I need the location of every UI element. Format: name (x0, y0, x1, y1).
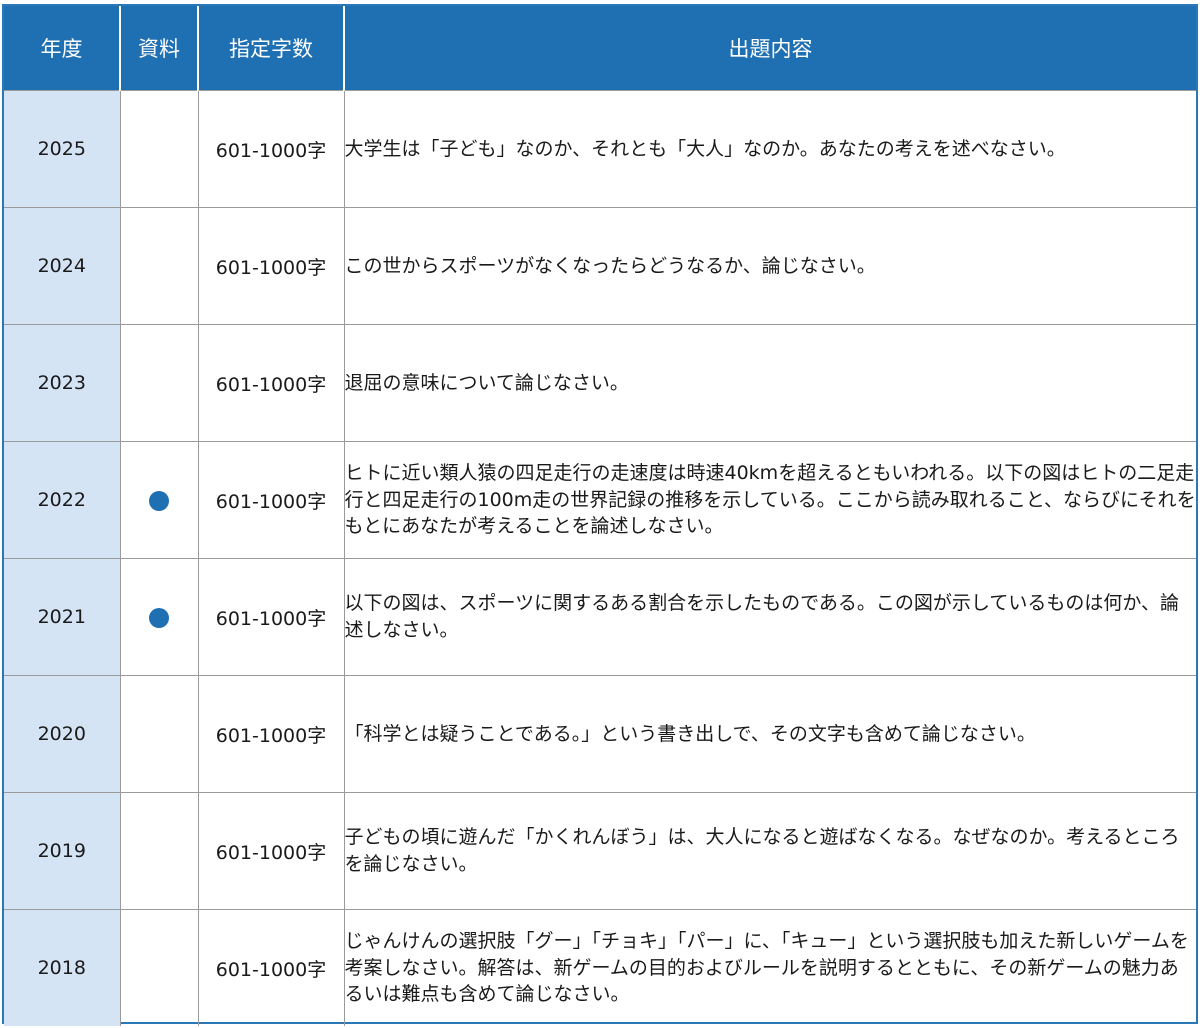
question-cell: 退屈の意味について論じなさい。 (343, 324, 1196, 442)
exam-questions-table: 年度 資料 指定字数 出題内容 2025 601-1000字 大学生は「子ども」… (4, 6, 1196, 1026)
question-cell: 「科学とは疑うことである。」という書き出しで、その文字も含めて論じなさい。 (343, 675, 1196, 793)
table-row: 2020 601-1000字 「科学とは疑うことである。」という書き出しで、その… (4, 675, 1196, 793)
year-cell: 2021 (4, 558, 120, 676)
table-row: 2021 601-1000字 以下の図は、スポーツに関するある割合を示したもので… (4, 558, 1196, 676)
year-cell: 2018 (4, 909, 120, 1026)
table-row: 2022 601-1000字 ヒトに近い類人猿の四足走行の走速度は時速40kmを… (4, 441, 1196, 559)
char-limit-cell: 601-1000字 (197, 792, 344, 910)
table-row: 2018 601-1000字 じゃんけんの選択肢「グー」「チョキ」「パー」に、「… (4, 909, 1196, 1026)
char-limit-cell: 601-1000字 (197, 207, 344, 325)
table-row: 2025 601-1000字 大学生は「子ども」なのか、それとも「大人」なのか。… (4, 90, 1196, 208)
year-cell: 2023 (4, 324, 120, 442)
material-cell (119, 207, 198, 325)
material-cell (119, 324, 198, 442)
char-limit-cell: 601-1000字 (197, 909, 344, 1026)
table-row: 2024 601-1000字 この世からスポーツがなくなったらどうなるか、論じな… (4, 207, 1196, 325)
exam-table-frame: 年度 資料 指定字数 出題内容 2025 601-1000字 大学生は「子ども」… (2, 4, 1198, 1026)
table-row: 2019 601-1000字 子どもの頃に遊んだ「かくれんぼう」は、大人になると… (4, 792, 1196, 910)
material-indicator-icon (149, 490, 169, 511)
year-cell: 2025 (4, 90, 120, 208)
char-limit-cell: 601-1000字 (197, 675, 344, 793)
question-cell: 子どもの頃に遊んだ「かくれんぼう」は、大人になると遊ばなくなる。なぜなのか。考え… (343, 792, 1196, 910)
year-cell: 2022 (4, 441, 120, 559)
question-cell: じゃんけんの選択肢「グー」「チョキ」「パー」に、「キュー」という選択肢も加えた新… (343, 909, 1196, 1026)
question-cell: 大学生は「子ども」なのか、それとも「大人」なのか。あなたの考えを述べなさい。 (343, 90, 1196, 208)
header-material: 資料 (119, 6, 198, 91)
material-indicator-icon (149, 607, 169, 628)
question-cell: ヒトに近い類人猿の四足走行の走速度は時速40kmを超えるともいわれる。以下の図は… (343, 441, 1196, 559)
header-question: 出題内容 (343, 6, 1196, 91)
char-limit-cell: 601-1000字 (197, 441, 344, 559)
char-limit-cell: 601-1000字 (197, 90, 344, 208)
material-cell (119, 558, 198, 676)
char-limit-cell: 601-1000字 (197, 324, 344, 442)
year-cell: 2020 (4, 675, 120, 793)
material-cell (119, 441, 198, 559)
table-header-row: 年度 資料 指定字数 出題内容 (4, 6, 1196, 91)
char-limit-cell: 601-1000字 (197, 558, 344, 676)
material-cell (119, 792, 198, 910)
year-cell: 2019 (4, 792, 120, 910)
material-cell (119, 909, 198, 1026)
material-cell (119, 90, 198, 208)
header-char-limit: 指定字数 (197, 6, 344, 91)
material-cell (119, 675, 198, 793)
year-cell: 2024 (4, 207, 120, 325)
table-body: 2025 601-1000字 大学生は「子ども」なのか、それとも「大人」なのか。… (4, 90, 1196, 1026)
question-cell: この世からスポーツがなくなったらどうなるか、論じなさい。 (343, 207, 1196, 325)
header-year: 年度 (4, 6, 120, 91)
question-cell: 以下の図は、スポーツに関するある割合を示したものである。この図が示しているものは… (343, 558, 1196, 676)
table-row: 2023 601-1000字 退屈の意味について論じなさい。 (4, 324, 1196, 442)
